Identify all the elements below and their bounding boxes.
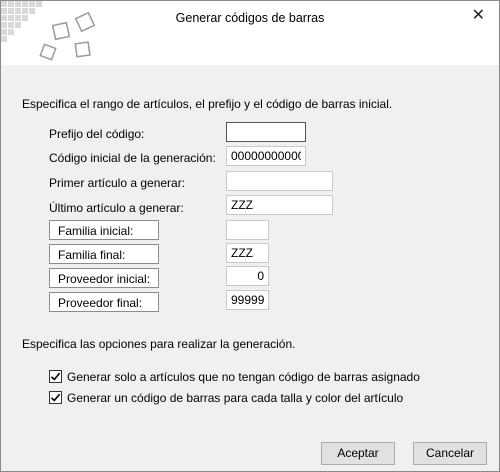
checkmark-icon bbox=[50, 393, 61, 402]
start-code-input[interactable] bbox=[226, 146, 306, 166]
title-bar: Generar códigos de barras ✕ bbox=[1, 1, 499, 65]
family-start-button[interactable]: Familia inicial: bbox=[49, 220, 159, 240]
dialog-content: Especifica el rango de artículos, el pre… bbox=[1, 65, 499, 437]
last-article-input[interactable] bbox=[226, 195, 333, 215]
family-end-button[interactable]: Familia final: bbox=[49, 244, 159, 264]
per-size-color-label[interactable]: Generar un código de barras para cada ta… bbox=[67, 391, 403, 405]
cancel-button[interactable]: Cancelar bbox=[413, 442, 487, 465]
only-without-barcode-checkbox[interactable] bbox=[49, 370, 62, 383]
per-size-color-checkbox[interactable] bbox=[49, 391, 62, 404]
accept-button[interactable]: Aceptar bbox=[321, 442, 395, 465]
first-article-input[interactable] bbox=[226, 171, 333, 191]
prefix-label: Prefijo del código: bbox=[49, 127, 145, 141]
last-article-label: Último artículo a generar: bbox=[49, 201, 184, 215]
family-start-input[interactable] bbox=[226, 220, 269, 240]
prefix-input[interactable] bbox=[226, 122, 306, 142]
supplier-end-button[interactable]: Proveedor final: bbox=[49, 292, 159, 312]
family-end-input[interactable] bbox=[226, 243, 269, 263]
supplier-start-input[interactable] bbox=[226, 266, 269, 286]
supplier-end-input[interactable] bbox=[226, 290, 269, 310]
close-icon[interactable]: ✕ bbox=[472, 5, 485, 25]
start-code-label: Código inicial de la generación: bbox=[49, 151, 216, 165]
checkmark-icon bbox=[50, 372, 61, 381]
options-heading: Especifica las opciones para realizar la… bbox=[22, 337, 296, 351]
button-bar: Aceptar Cancelar bbox=[1, 437, 499, 471]
first-article-label: Primer artículo a generar: bbox=[49, 176, 186, 190]
dialog-title: Generar códigos de barras bbox=[175, 11, 325, 25]
supplier-start-button[interactable]: Proveedor inicial: bbox=[49, 268, 159, 288]
only-without-barcode-label[interactable]: Generar solo a artículos que no tengan c… bbox=[67, 370, 420, 384]
intro-text: Especifica el rango de artículos, el pre… bbox=[22, 97, 393, 111]
dialog-window: Generar códigos de barras ✕ Especifica e… bbox=[0, 0, 500, 472]
